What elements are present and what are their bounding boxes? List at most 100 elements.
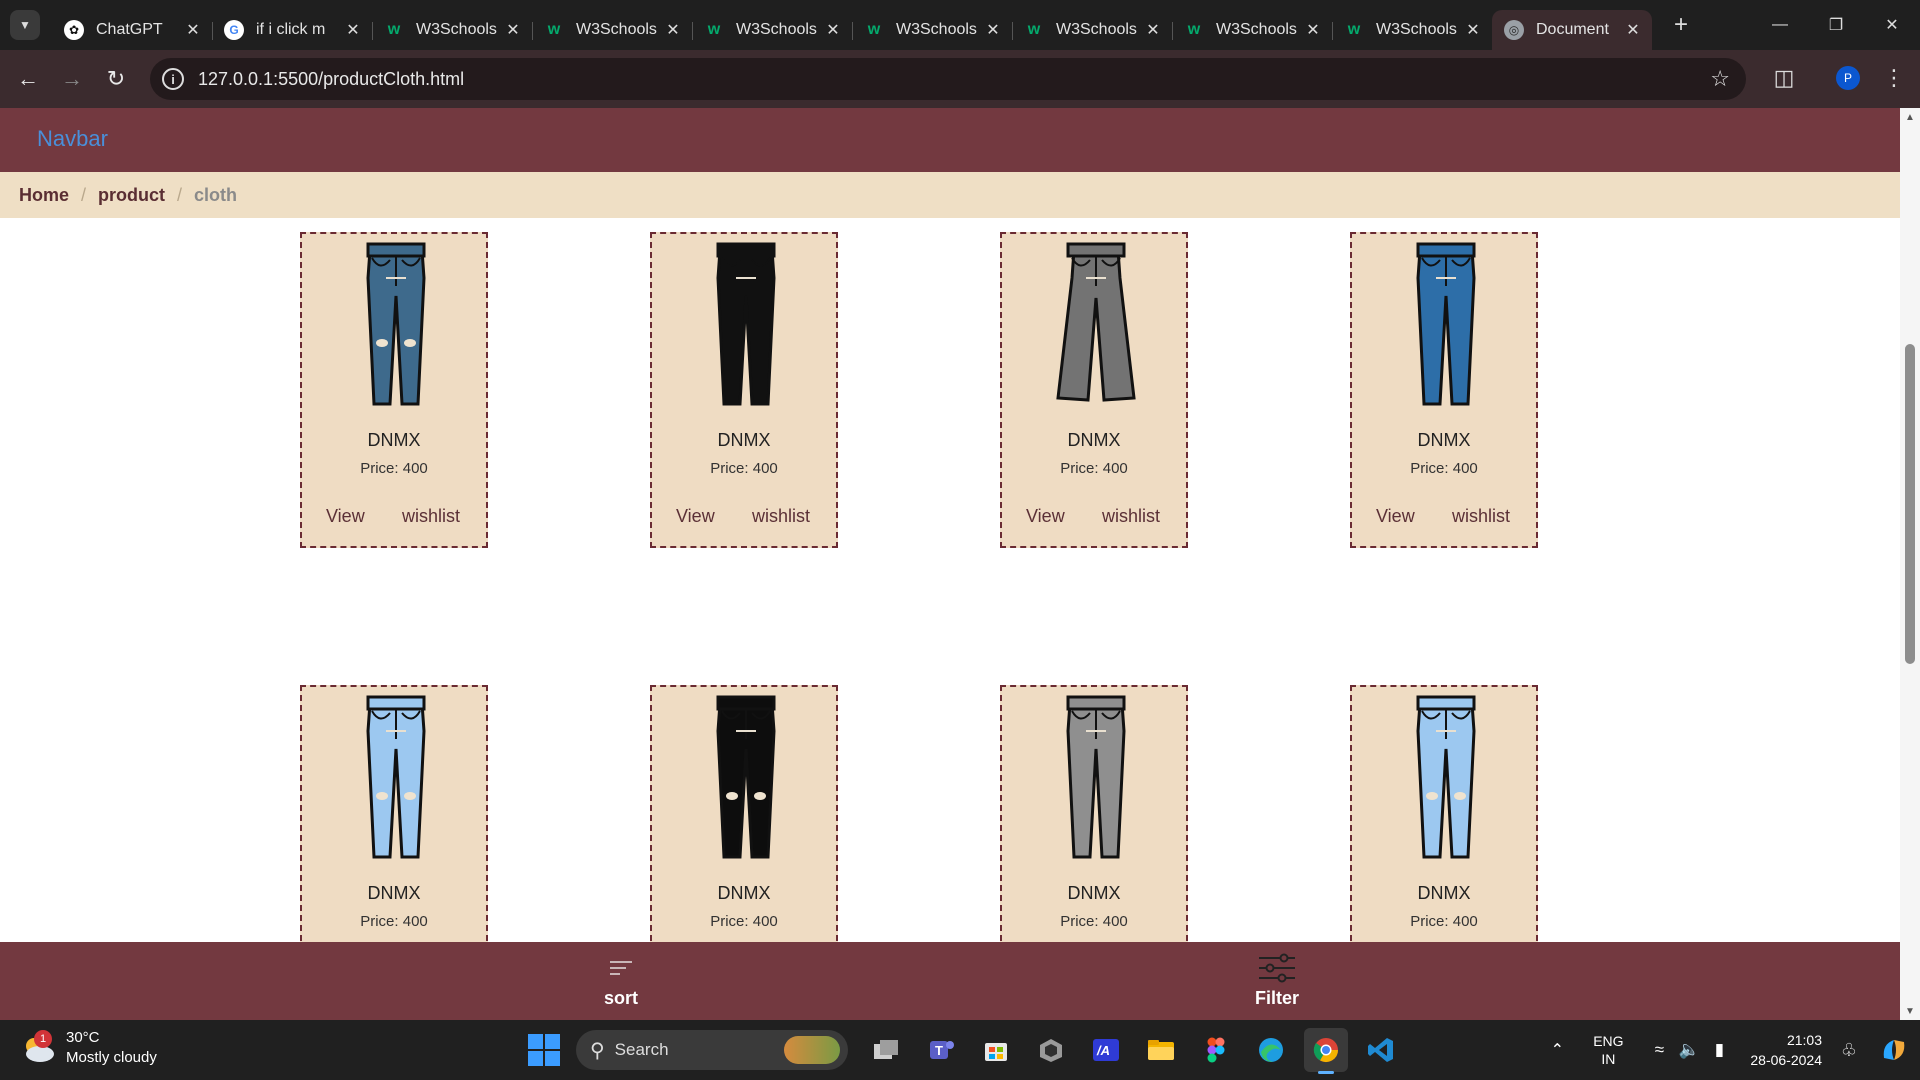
- site-info-icon[interactable]: i: [162, 68, 184, 90]
- bookmark-star-icon[interactable]: ☆: [1710, 66, 1730, 92]
- address-bar[interactable]: i 127.0.0.1:5500/productCloth.html ☆: [150, 58, 1746, 100]
- product-name: DNMX: [367, 883, 421, 903]
- product-image: [346, 691, 446, 871]
- tab-close-icon[interactable]: ✕: [664, 20, 682, 40]
- chevron-up-icon[interactable]: ⌃: [1542, 1040, 1572, 1060]
- w3schools-icon: w: [1347, 21, 1361, 38]
- product-price: Price: 400: [1060, 460, 1128, 477]
- view-link[interactable]: View: [676, 506, 715, 527]
- breadcrumb-separator: /: [177, 184, 183, 205]
- breadcrumb: Home / product / cloth: [0, 172, 1900, 218]
- weather-temp: 30°C: [66, 1029, 100, 1046]
- extensions-button[interactable]: ◫: [1766, 60, 1802, 96]
- navbar: Navbar: [0, 108, 1900, 172]
- taskbar-search[interactable]: ⚲ Search: [576, 1030, 848, 1070]
- page-scrollbar[interactable]: ▲ ▼: [1900, 108, 1920, 1020]
- unity-icon[interactable]: [1029, 1028, 1073, 1072]
- scrollbar-thumb[interactable]: [1905, 344, 1915, 664]
- tab-title: W3Schools: [896, 21, 977, 38]
- back-button[interactable]: ←: [6, 57, 50, 101]
- product-price: Price: 400: [1410, 913, 1478, 930]
- browser-toolbar: ← → ↻ i 127.0.0.1:5500/productCloth.html…: [0, 50, 1920, 108]
- w3schools-icon: w: [867, 21, 881, 38]
- tab-list: ✿ ChatGPT ✕ Gif i click m ✕ w W3Schools ✕ w W3Sch…: [52, 0, 1652, 50]
- breadcrumb-home[interactable]: Home: [19, 185, 69, 206]
- clock[interactable]: 21:03 28-06-2024: [1750, 1030, 1822, 1070]
- vscode-icon[interactable]: [1359, 1028, 1403, 1072]
- browser-tab[interactable]: w W3Schools ✕: [1172, 10, 1332, 50]
- product-name: DNMX: [367, 430, 421, 450]
- product-price: Price: 400: [1060, 913, 1128, 930]
- browser-tab[interactable]: ✿ ChatGPT ✕: [52, 10, 212, 50]
- profile-avatar[interactable]: P: [1836, 66, 1860, 90]
- product-card: DNMX Price: 400 View wishlist: [300, 232, 488, 548]
- restore-icon: ❐: [1828, 17, 1844, 34]
- forward-button[interactable]: →: [50, 57, 94, 101]
- browser-tab[interactable]: ◎ Document ✕: [1492, 10, 1652, 50]
- product-card: DNMX Price: 400 View wishlist: [1350, 232, 1538, 548]
- edge-icon[interactable]: [1249, 1028, 1293, 1072]
- affinity-app-icon[interactable]: /A: [1084, 1028, 1128, 1072]
- wishlist-link[interactable]: wishlist: [1452, 506, 1510, 527]
- new-tab-button[interactable]: +: [1666, 11, 1696, 39]
- browser-tab[interactable]: Gif i click m ✕: [212, 10, 372, 50]
- speaker-icon[interactable]: 🔈: [1674, 1040, 1704, 1060]
- view-link[interactable]: View: [1376, 506, 1415, 527]
- breadcrumb-product[interactable]: product: [98, 185, 165, 206]
- browser-tab[interactable]: w W3Schools ✕: [1332, 10, 1492, 50]
- browser-tab[interactable]: w W3Schools ✕: [692, 10, 852, 50]
- notification-bell-icon[interactable]: ♧: [1834, 1040, 1864, 1061]
- browser-tab[interactable]: w W3Schools ✕: [372, 10, 532, 50]
- weather-widget[interactable]: 1 30°C Mostly cloudy: [20, 1028, 157, 1068]
- navbar-brand[interactable]: Navbar: [37, 126, 108, 152]
- url-text[interactable]: 127.0.0.1:5500/productCloth.html: [198, 69, 464, 90]
- tab-close-icon[interactable]: ✕: [344, 20, 362, 40]
- copilot-icon[interactable]: [1872, 1028, 1916, 1072]
- battery-icon[interactable]: ▮: [1704, 1040, 1734, 1060]
- sort-button[interactable]: sort: [561, 952, 681, 1009]
- product-card: DNMX Price: 400 View wishlist: [1000, 232, 1188, 548]
- scroll-up-arrow-icon[interactable]: ▲: [1900, 108, 1920, 126]
- language-indicator[interactable]: ENG IN: [1584, 1032, 1632, 1068]
- chrome-icon[interactable]: [1304, 1028, 1348, 1074]
- tab-close-icon[interactable]: ✕: [984, 20, 1002, 40]
- w3schools-icon: w: [707, 21, 721, 38]
- tab-close-icon[interactable]: ✕: [1304, 20, 1322, 40]
- restore-button[interactable]: ❐: [1808, 0, 1864, 50]
- filter-button[interactable]: Filter: [1217, 952, 1337, 1009]
- view-link[interactable]: View: [1026, 506, 1065, 527]
- scroll-down-arrow-icon[interactable]: ▼: [1900, 1002, 1920, 1020]
- browser-menu-button[interactable]: ⋮: [1880, 60, 1908, 96]
- wishlist-link[interactable]: wishlist: [1102, 506, 1160, 527]
- microsoft-store-icon[interactable]: [974, 1028, 1018, 1072]
- sort-label: sort: [603, 988, 638, 1008]
- teams-icon[interactable]: T: [919, 1028, 963, 1072]
- product-name: DNMX: [1417, 883, 1471, 903]
- reload-button[interactable]: ↻: [94, 57, 138, 101]
- browser-tab[interactable]: w W3Schools ✕: [852, 10, 1012, 50]
- tab-close-icon[interactable]: ✕: [184, 20, 202, 40]
- product-name: DNMX: [717, 430, 771, 450]
- browser-tab[interactable]: w W3Schools ✕: [1012, 10, 1172, 50]
- file-explorer-icon[interactable]: [1139, 1028, 1183, 1072]
- figma-icon[interactable]: [1194, 1028, 1238, 1072]
- product-price: Price: 400: [360, 913, 428, 930]
- windows-start-icon[interactable]: [528, 1034, 560, 1066]
- minimize-button[interactable]: —: [1752, 0, 1808, 50]
- tab-search-button[interactable]: ▼: [10, 10, 40, 40]
- wishlist-link[interactable]: wishlist: [402, 506, 460, 527]
- clock-time: 21:03: [1786, 1032, 1822, 1048]
- product-image: [1396, 238, 1496, 418]
- tab-close-icon[interactable]: ✕: [824, 20, 842, 40]
- wifi-icon[interactable]: ≈: [1644, 1040, 1674, 1060]
- view-link[interactable]: View: [326, 506, 365, 527]
- browser-tab[interactable]: w W3Schools ✕: [532, 10, 692, 50]
- close-window-button[interactable]: ✕: [1864, 0, 1920, 50]
- wishlist-link[interactable]: wishlist: [752, 506, 810, 527]
- tab-close-icon[interactable]: ✕: [1144, 20, 1162, 40]
- tab-close-icon[interactable]: ✕: [1464, 20, 1482, 40]
- task-view-icon[interactable]: [864, 1028, 908, 1072]
- tab-close-icon[interactable]: ✕: [504, 20, 522, 40]
- tab-close-icon[interactable]: ✕: [1624, 20, 1642, 40]
- pinned-apps: T /A: [864, 1028, 1414, 1074]
